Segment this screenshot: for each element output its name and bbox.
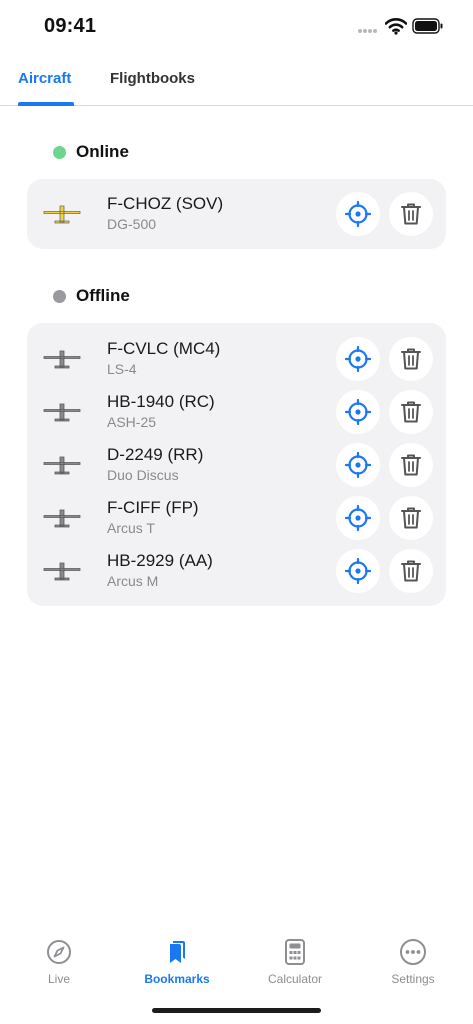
list-item[interactable]: HB-2929 (AA) Arcus M <box>27 545 446 598</box>
aircraft-registration: D-2249 (RR) <box>107 445 204 464</box>
list-item[interactable]: F-CIFF (FP) Arcus T <box>27 492 446 545</box>
signal-dots-icon <box>358 29 377 33</box>
trash-icon <box>401 507 421 529</box>
bottom-tab-bar: Live Bookmarks Calculator Settings <box>0 928 473 992</box>
locate-icon <box>345 505 371 531</box>
offline-section-header: Offline <box>53 284 130 308</box>
trash-icon <box>401 203 421 225</box>
locate-icon <box>345 399 371 425</box>
glider-icon <box>43 562 81 581</box>
tab-flightbooks[interactable]: Flightbooks <box>110 70 195 87</box>
more-icon <box>400 939 426 965</box>
locate-button[interactable] <box>336 549 380 593</box>
nav-calculator[interactable]: Calculator <box>245 938 345 986</box>
nav-label: Settings <box>391 972 435 986</box>
nav-settings[interactable]: Settings <box>363 938 463 986</box>
battery-icon <box>412 18 443 34</box>
delete-button[interactable] <box>389 337 433 381</box>
segment-tabs: Aircraft Flightbooks <box>0 56 473 106</box>
aircraft-model: ASH-25 <box>107 414 157 430</box>
aircraft-model: Arcus M <box>107 573 159 589</box>
delete-button[interactable] <box>389 549 433 593</box>
locate-icon <box>345 201 371 227</box>
list-item[interactable]: D-2249 (RR) Duo Discus <box>27 439 446 492</box>
locate-icon <box>345 346 371 372</box>
offline-section-title: Offline <box>76 286 130 305</box>
wifi-icon <box>385 18 407 35</box>
locate-button[interactable] <box>336 390 380 434</box>
glider-icon <box>43 205 81 224</box>
glider-icon <box>43 350 81 369</box>
glider-icon <box>43 509 81 528</box>
aircraft-model: Duo Discus <box>107 467 179 483</box>
status-time: 09:41 <box>44 15 97 37</box>
nav-label: Live <box>47 972 70 986</box>
trash-icon <box>401 348 421 370</box>
nav-live[interactable]: Live <box>9 938 109 986</box>
locate-button[interactable] <box>336 443 380 487</box>
delete-button[interactable] <box>389 496 433 540</box>
aircraft-model: DG-500 <box>107 216 157 232</box>
delete-button[interactable] <box>389 390 433 434</box>
list-item[interactable]: F-CVLC (MC4) LS-4 <box>27 333 446 386</box>
glider-icon <box>43 456 81 475</box>
glider-icon <box>43 403 81 422</box>
aircraft-registration: F-CHOZ (SOV) <box>107 194 224 213</box>
locate-icon <box>345 558 371 584</box>
locate-button[interactable] <box>336 496 380 540</box>
bookmarks-icon <box>170 941 185 963</box>
list-item[interactable]: F-CHOZ (SOV) DG-500 <box>27 188 446 241</box>
aircraft-registration: HB-2929 (AA) <box>107 551 213 570</box>
delete-button[interactable] <box>389 443 433 487</box>
offline-aircraft-card: F-CVLC (MC4) LS-4 HB-1940 (RC) ASH-25 D-… <box>27 323 446 606</box>
home-indicator <box>152 1008 321 1013</box>
nav-label: Bookmarks <box>144 972 210 986</box>
aircraft-model: LS-4 <box>107 361 137 377</box>
trash-icon <box>401 401 421 423</box>
online-section-title: Online <box>76 142 129 161</box>
online-aircraft-card: F-CHOZ (SOV) DG-500 <box>27 179 446 249</box>
trash-icon <box>401 454 421 476</box>
online-section-header: Online <box>53 140 129 164</box>
delete-button[interactable] <box>389 192 433 236</box>
locate-button[interactable] <box>336 192 380 236</box>
active-tab-indicator <box>18 102 74 106</box>
trash-icon <box>401 560 421 582</box>
status-bar: 09:41 <box>0 0 473 56</box>
aircraft-registration: F-CIFF (FP) <box>107 498 199 517</box>
list-item[interactable]: HB-1940 (RC) ASH-25 <box>27 386 446 439</box>
aircraft-registration: HB-1940 (RC) <box>107 392 215 411</box>
nav-bookmarks[interactable]: Bookmarks <box>127 938 227 986</box>
calculator-icon <box>285 939 305 965</box>
offline-status-dot <box>53 289 66 303</box>
online-status-dot <box>53 145 66 159</box>
aircraft-model: Arcus T <box>107 520 155 536</box>
locate-button[interactable] <box>336 337 380 381</box>
compass-icon <box>47 940 71 964</box>
locate-icon <box>345 452 371 478</box>
aircraft-registration: F-CVLC (MC4) <box>107 339 221 358</box>
tab-aircraft[interactable]: Aircraft <box>18 70 71 87</box>
nav-label: Calculator <box>267 972 323 986</box>
